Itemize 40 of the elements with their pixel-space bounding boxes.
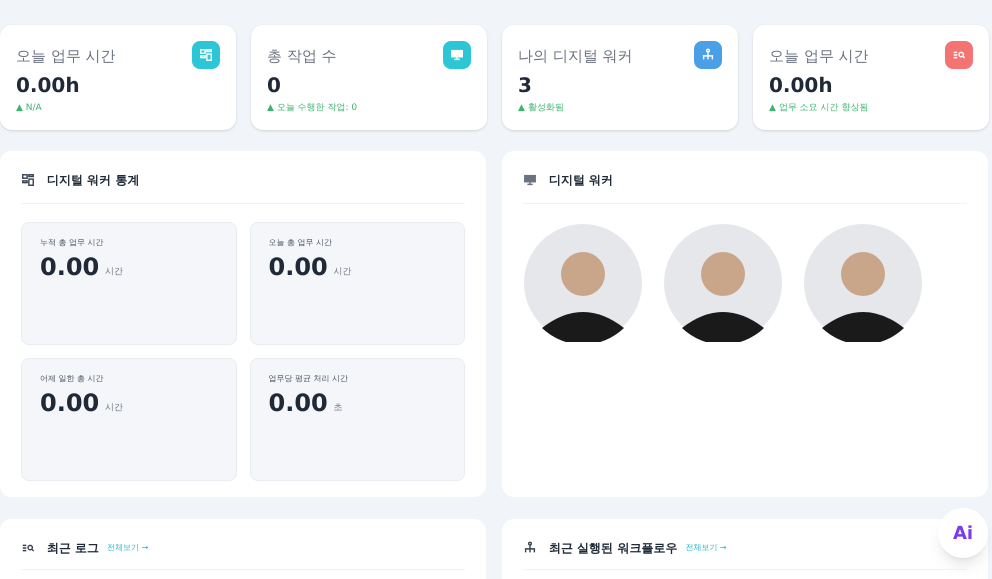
card-trend: ▲ 오늘 수행한 작업: 0 xyxy=(267,102,358,115)
card-trend: ▲ 업무 소요 시간 향상됨 xyxy=(769,102,870,115)
monitor-icon xyxy=(523,173,537,187)
panel-title: 최근 로그 xyxy=(47,540,100,557)
card-title: 총 작업 수 xyxy=(267,46,337,67)
stat-unit: 시간 xyxy=(334,266,352,278)
stat-value: 0.00 xyxy=(268,391,328,415)
ai-button[interactable]: Ai xyxy=(938,508,988,558)
stat-unit: 시간 xyxy=(105,266,124,278)
card-trend: ▲ N/A xyxy=(16,102,43,115)
view-all-link[interactable]: 전체보기 → xyxy=(107,542,148,554)
stat-label: 업무당 평균 처리 시간 xyxy=(268,373,350,385)
stat-unit: 초 xyxy=(334,402,343,414)
card-title: 나의 디지털 워커 xyxy=(518,46,633,67)
stat-label: 누적 총 업무 시간 xyxy=(40,237,105,249)
grid-icon xyxy=(199,48,213,62)
grid-icon xyxy=(21,173,35,187)
stat-label: 오늘 총 업무 시간 xyxy=(268,237,334,249)
card-title: 오늘 업무 시간 xyxy=(16,46,116,67)
card-value: 3 xyxy=(518,73,533,98)
card-value: 0 xyxy=(267,73,282,98)
card-value: 0.00h xyxy=(769,73,834,98)
avatar-placeholder[interactable] xyxy=(804,224,922,342)
stat-value: 0.00 xyxy=(40,255,100,279)
stat-unit: 시간 xyxy=(105,402,124,414)
hierarchy-icon xyxy=(701,48,715,62)
avatar-placeholder[interactable] xyxy=(524,224,642,342)
panel-title: 디지털 워커 xyxy=(549,172,614,189)
panel-title: 디지털 워커 통계 xyxy=(47,172,140,189)
stat-value: 0.00 xyxy=(40,391,100,415)
monitor-icon xyxy=(450,48,464,62)
card-trend: ▲ 활성화됨 xyxy=(518,102,565,115)
avatar-placeholder[interactable] xyxy=(664,224,782,342)
panel-title: 최근 실행된 워크플로우 xyxy=(549,540,678,557)
stat-label: 어제 일한 총 시간 xyxy=(40,373,105,385)
hierarchy-icon xyxy=(523,541,537,555)
stat-value: 0.00 xyxy=(268,255,328,279)
card-title: 오늘 업무 시간 xyxy=(769,46,869,67)
view-all-link[interactable]: 전체보기 → xyxy=(685,542,727,554)
card-value: 0.00h xyxy=(16,73,81,98)
